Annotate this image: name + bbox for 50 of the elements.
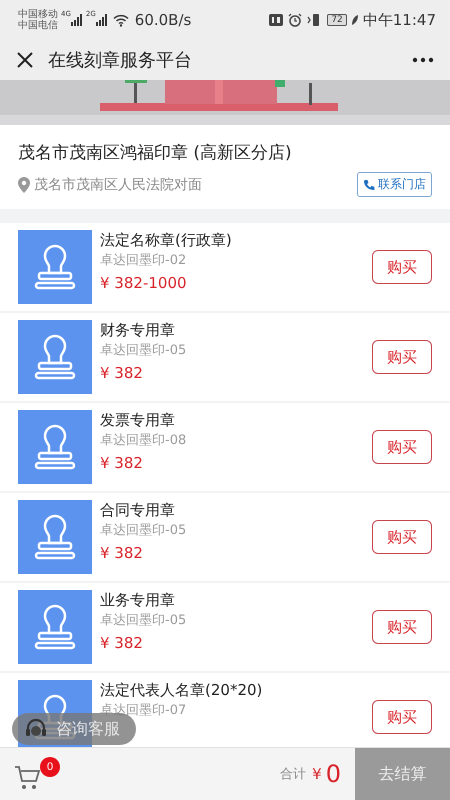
location-pin-icon [18, 176, 30, 192]
product-model: 卓达回墨印-08 [100, 432, 188, 450]
page-title: 在线刻章服务平台 [48, 49, 193, 72]
product-name: 合同专用章 [100, 500, 176, 521]
product-model: 卓达回墨印-05 [100, 612, 188, 630]
buy-button[interactable]: 购买 [372, 700, 432, 734]
product-name: 业务专用章 [100, 590, 176, 611]
battery-level: 72 [327, 14, 347, 26]
product-price: ¥ 382 [100, 363, 144, 384]
stamp-icon [33, 604, 77, 650]
product-price: ¥ 382 [100, 633, 144, 654]
more-button[interactable] [410, 55, 436, 65]
store-address: 茂名市茂南区人民法院对面 [34, 176, 203, 194]
product-price: ¥ 382 [100, 453, 144, 474]
signal-icon [70, 14, 83, 26]
product-model: 卓达回墨印-02 [100, 252, 188, 270]
clock-time: 中午11:47 [362, 10, 436, 30]
wifi-icon [112, 14, 129, 26]
stamp-icon [33, 334, 77, 380]
stamp-icon [33, 424, 77, 470]
product-model: 卓达回墨印-05 [100, 522, 188, 540]
alarm-icon [288, 13, 302, 27]
product-name: 法定名称章(行政章) [100, 230, 233, 251]
buy-button[interactable]: 购买 [372, 430, 432, 464]
store-name: 茂名市茂南区鸿福印章 (高新区分店) [18, 142, 293, 164]
network-speed: 60.0B/s [134, 11, 192, 29]
phone-icon [363, 178, 375, 190]
total-amount: 0 [326, 760, 341, 788]
buy-button[interactable]: 购买 [372, 250, 432, 284]
product-price: ¥ 382-1000 [100, 273, 188, 294]
leaf-icon [350, 14, 359, 26]
stamp-icon [33, 514, 77, 560]
cart-count-badge: 0 [40, 757, 60, 777]
buy-button[interactable]: 购买 [372, 610, 432, 644]
total-label: 合计 [280, 766, 306, 783]
product-name: 财务专用章 [100, 320, 176, 341]
contact-store-button[interactable]: 联系门店 [357, 172, 432, 197]
product-model: 卓达回墨印-05 [100, 342, 188, 360]
stamp-icon [33, 244, 77, 290]
cart-button[interactable]: 0 [14, 757, 58, 791]
currency-sign: ¥ [312, 765, 322, 783]
buy-button[interactable]: 购买 [372, 340, 432, 374]
signal-icon [96, 14, 108, 26]
carrier-name: 中国电信 [18, 20, 58, 31]
hd-icon [269, 14, 284, 26]
buy-button[interactable]: 购买 [372, 520, 432, 554]
product-name: 法定代表人名章(20*20) [100, 680, 264, 701]
carrier-name: 中国移动 [18, 9, 58, 20]
product-name: 发票专用章 [100, 410, 176, 431]
product-price: ¥ 382 [100, 543, 144, 564]
